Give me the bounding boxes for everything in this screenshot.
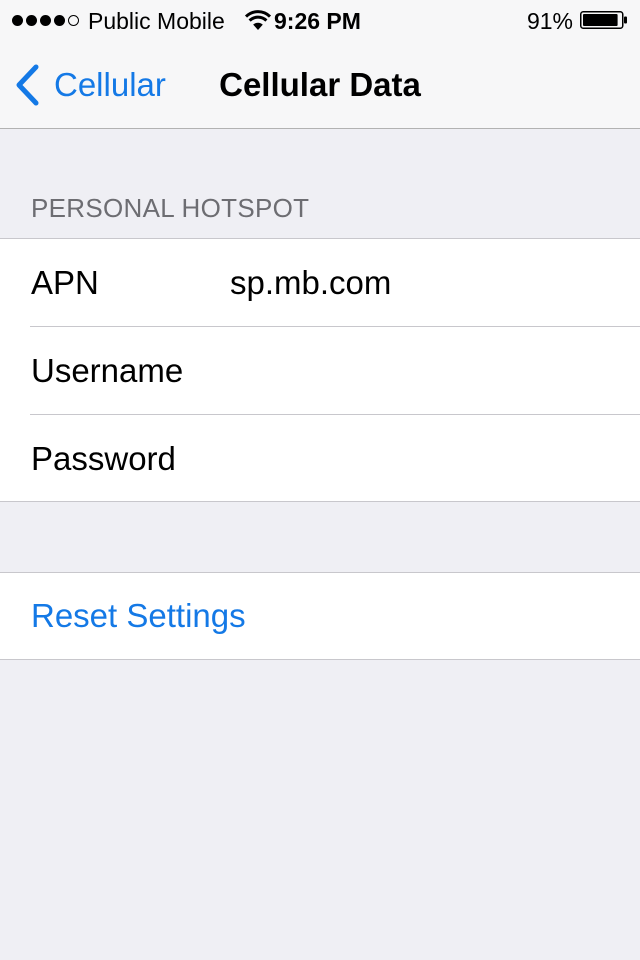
apn-field[interactable]: [230, 259, 620, 307]
signal-dot-empty: [68, 14, 79, 26]
password-row[interactable]: Password: [0, 415, 640, 503]
personal-hotspot-group: APN Username Password: [0, 238, 640, 502]
wifi-icon: [244, 10, 272, 30]
apn-label: APN: [31, 264, 99, 301]
battery-icon: [580, 11, 627, 29]
signal-strength-icon: [12, 13, 79, 27]
status-bar: Public Mobile 9:26 PM 91%: [0, 0, 640, 40]
reset-settings-button[interactable]: Reset Settings: [31, 596, 246, 636]
signal-dot: [40, 14, 51, 26]
battery-percentage: 91%: [526, 8, 573, 34]
signal-dot: [54, 14, 65, 26]
apn-row[interactable]: APN: [0, 239, 640, 327]
password-field[interactable]: [230, 435, 620, 483]
carrier-name: Public Mobile: [88, 8, 225, 34]
section-header-personal-hotspot: PERSONAL HOTSPOT: [31, 193, 310, 223]
status-time: 9:26 PM: [274, 8, 361, 34]
signal-dot: [26, 14, 37, 26]
signal-dot: [12, 14, 23, 26]
navigation-bar: Cellular Cellular Data: [0, 40, 640, 129]
username-row[interactable]: Username: [0, 327, 640, 415]
username-label: Username: [31, 352, 184, 389]
page-title: Cellular Data: [219, 66, 421, 103]
reset-group: Reset Settings: [0, 572, 640, 660]
password-label: Password: [31, 440, 176, 477]
username-field[interactable]: [230, 347, 620, 395]
